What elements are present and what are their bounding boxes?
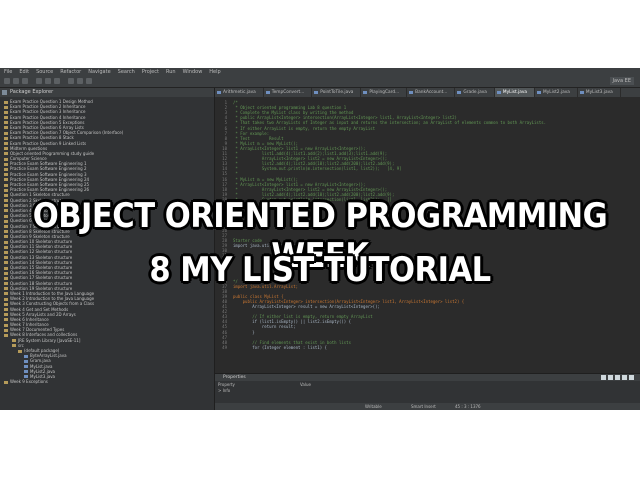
- minimize-icon[interactable]: [622, 375, 627, 380]
- project-folder-icon: [4, 313, 8, 317]
- project-folder-icon: [4, 110, 8, 114]
- code-line[interactable]: }: [233, 330, 254, 335]
- editor-tab[interactable]: MyList.java: [494, 88, 536, 97]
- external-tools-icon[interactable]: [54, 78, 60, 84]
- toolbar: Java EE: [0, 76, 640, 88]
- code-line[interactable]: ArrayList<Integer> result = new ArrayLis…: [233, 304, 380, 309]
- value-column: Value: [300, 382, 311, 387]
- print-icon[interactable]: [22, 78, 28, 84]
- tree-item-label: Week 9 Exceptions: [10, 379, 48, 385]
- project-folder-icon: [4, 121, 8, 125]
- project-folder-icon: [12, 344, 16, 348]
- java-file-icon: [24, 354, 28, 358]
- menu-item-run[interactable]: Run: [166, 68, 176, 76]
- project-folder-icon: [4, 162, 8, 166]
- project-folder-icon: [4, 380, 8, 384]
- advanced-icon[interactable]: [608, 375, 613, 380]
- editor-tab[interactable]: MyList3.java: [578, 88, 621, 97]
- editor-tab[interactable]: Arithmetic.java: [215, 88, 264, 97]
- video-title-line-2: 8 MY LIST TUTORIAL: [149, 250, 491, 290]
- tree-item[interactable]: Week 9 Exceptions: [0, 379, 214, 384]
- project-folder-icon: [4, 333, 8, 337]
- package-explorer-header[interactable]: Package Explorer: [0, 88, 214, 97]
- status-writable: Writable: [365, 404, 382, 409]
- search-icon[interactable]: [86, 78, 92, 84]
- menu-item-project[interactable]: Project: [142, 68, 159, 76]
- debug-icon[interactable]: [36, 78, 42, 84]
- project-folder-icon: [4, 292, 8, 296]
- project-folder-icon: [4, 105, 8, 109]
- line-number: 49: [222, 344, 227, 350]
- project-folder-icon: [4, 308, 8, 311]
- project-folder-icon: [4, 126, 8, 130]
- java-file-icon: [24, 359, 28, 363]
- project-folder-icon: [4, 173, 8, 177]
- code-line[interactable]: for (Integer element : list1) {: [233, 345, 327, 350]
- editor-tab[interactable]: TempConvert...: [264, 88, 313, 97]
- project-folder-icon: [4, 188, 8, 192]
- project-folder-icon: [4, 157, 8, 161]
- maximize-icon[interactable]: [629, 375, 634, 380]
- project-folder-icon: [4, 178, 8, 182]
- project-folder-icon: [4, 142, 8, 145]
- project-folder-icon: [4, 147, 8, 151]
- java-file-icon: [24, 365, 28, 369]
- categories-icon[interactable]: [601, 375, 606, 380]
- properties-toolbar: [601, 375, 634, 380]
- project-folder-icon: [4, 318, 8, 322]
- project-folder-icon: [4, 167, 8, 171]
- editor-tab[interactable]: Grade.java: [455, 88, 495, 97]
- menu-item-search[interactable]: Search: [118, 68, 135, 76]
- menu-item-navigate[interactable]: Navigate: [88, 68, 110, 76]
- status-bar: Writable Smart Insert 45 : 3 : 1376: [215, 403, 640, 410]
- editor-tabs: Arithmetic.java TempConvert... PointToTile…: [215, 88, 640, 97]
- menu-item-source[interactable]: Source: [36, 68, 53, 76]
- new-java-class-icon[interactable]: [68, 78, 74, 84]
- project-folder-icon: [4, 328, 8, 332]
- menu-item-edit[interactable]: Edit: [19, 68, 29, 76]
- editor-tab[interactable]: MyList2.java: [535, 88, 578, 97]
- properties-row[interactable]: > Info: [215, 388, 640, 393]
- project-folder-icon: [4, 183, 8, 187]
- restore-default-icon[interactable]: [615, 375, 620, 380]
- status-cursor-position: 45 : 3 : 1376: [455, 404, 481, 409]
- perspective-switcher[interactable]: Java EE: [609, 77, 634, 85]
- menu-item-refactor[interactable]: Refactor: [60, 68, 81, 76]
- menu-item-help[interactable]: Help: [209, 68, 220, 76]
- project-folder-icon: [4, 131, 8, 135]
- save-icon[interactable]: [13, 78, 19, 84]
- project-folder-icon: [12, 339, 16, 343]
- editor-tab[interactable]: PointToTile.java: [312, 88, 362, 97]
- project-folder-icon: [4, 302, 8, 306]
- properties-title[interactable]: Properties: [215, 374, 640, 381]
- java-file-icon: [24, 375, 28, 379]
- editor-tab[interactable]: BankAccount...: [407, 88, 456, 97]
- project-folder-icon: [4, 100, 8, 104]
- project-folder-icon: [18, 349, 22, 353]
- project-folder-icon: [4, 116, 8, 120]
- project-folder-icon: [4, 323, 8, 327]
- property-column: Property: [218, 382, 235, 387]
- menu-item-window[interactable]: Window: [183, 68, 203, 76]
- package-explorer-icon: [2, 90, 7, 95]
- code-line[interactable]: * System.out.println(m.intersection(list…: [233, 166, 401, 171]
- package-explorer-title: Package Explorer: [10, 89, 54, 95]
- project-folder-icon: [4, 152, 8, 156]
- menu-bar: File Edit Source Refactor Navigate Search Proj…: [0, 68, 640, 76]
- open-type-icon[interactable]: [77, 78, 83, 84]
- run-icon[interactable]: [45, 78, 51, 84]
- project-folder-icon: [4, 297, 8, 301]
- editor-tab[interactable]: PlayingCard...: [361, 88, 408, 97]
- project-folder-icon: [4, 136, 8, 140]
- java-file-icon: [24, 370, 28, 374]
- status-insert-mode: Smart Insert: [411, 404, 436, 409]
- new-icon[interactable]: [4, 78, 10, 84]
- menu-item-file[interactable]: File: [4, 68, 12, 76]
- properties-header: Property Value: [215, 382, 640, 387]
